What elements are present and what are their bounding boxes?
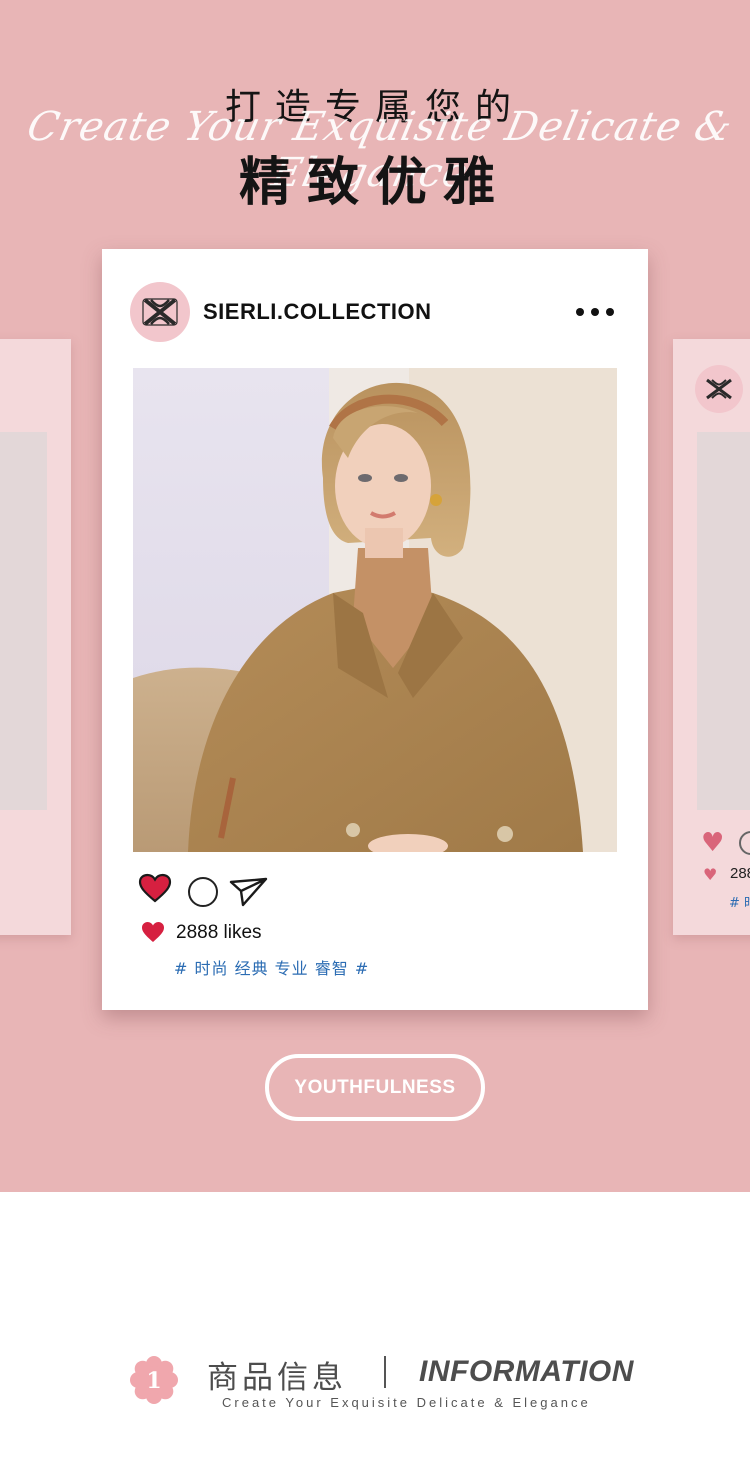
- likes-count: 2888: [730, 865, 750, 882]
- section-title-en: INFORMATION: [419, 1355, 634, 1388]
- more-dot: [576, 308, 584, 316]
- hero-title-line2: 精致优雅: [238, 153, 511, 213]
- brand-logo-avatar: [695, 365, 743, 413]
- flower-icon: 1: [130, 1356, 178, 1404]
- likes-heart-icon: ♥: [703, 865, 718, 884]
- comment-icon: [739, 831, 750, 855]
- model-photo-illustration: [133, 368, 617, 852]
- more-dot: [591, 308, 599, 316]
- section-subtitle: Create Your Exquisite Delicate & Eleganc…: [222, 1395, 591, 1410]
- hashtags: # 时: [729, 896, 750, 911]
- section-number: 1: [146, 1368, 161, 1394]
- page: 打造专属您的 Create Your Exquisite Delicate & …: [0, 0, 750, 1461]
- brand-logo-icon: [706, 378, 732, 400]
- side-card-image-placeholder: [697, 432, 750, 810]
- likes-heart-icon: [141, 921, 165, 947]
- heart-icon: ♥: [701, 828, 725, 858]
- more-icon[interactable]: [576, 307, 614, 317]
- post-photo: [133, 368, 617, 852]
- comment-icon[interactable]: [188, 877, 218, 907]
- share-icon[interactable]: [229, 877, 269, 911]
- youthfulness-button[interactable]: YOUTHFULNESS: [265, 1054, 485, 1121]
- more-dot: [606, 308, 614, 316]
- heart-icon-shape: [138, 873, 172, 903]
- likes-heart-shape: [142, 922, 164, 942]
- heart-icon[interactable]: [138, 873, 172, 907]
- side-card-right: ♥ ♥ 2888 # 时: [673, 339, 750, 935]
- flower-number-badge: 1: [130, 1356, 178, 1404]
- likes-count[interactable]: 2888 likes: [176, 922, 262, 944]
- section-title-cn: 商品信息: [207, 1360, 347, 1396]
- side-card-left: [0, 339, 71, 935]
- account-name[interactable]: SIERLI.COLLECTION: [203, 299, 432, 325]
- share-icon-shape: [229, 877, 268, 907]
- post-card: SIERLI.COLLECTION 2888 likes # 时尚 经典 专业 …: [102, 249, 648, 1010]
- brand-logo-avatar[interactable]: [130, 282, 190, 342]
- brand-logo-icon: [142, 298, 178, 326]
- side-card-image-placeholder: [0, 432, 47, 810]
- hashtags[interactable]: # 时尚 经典 专业 睿智 #: [174, 955, 369, 979]
- section-divider: [384, 1356, 386, 1388]
